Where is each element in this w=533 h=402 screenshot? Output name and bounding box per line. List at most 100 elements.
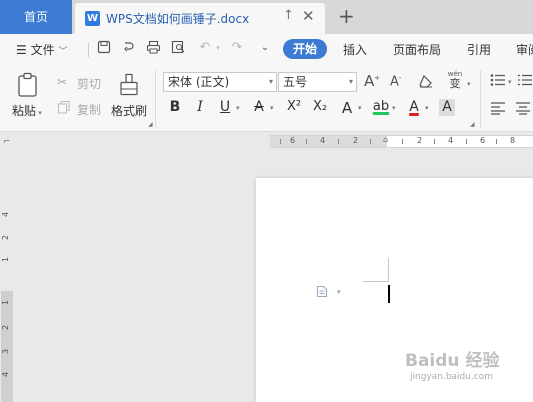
ruler-number: 6 bbox=[480, 136, 486, 145]
pin-icon[interactable]: ↑ bbox=[283, 8, 294, 23]
ruler-number: 4 bbox=[320, 136, 326, 145]
ruler-number: 2 bbox=[353, 136, 359, 145]
font-size-select[interactable]: 五号 ▾ bbox=[278, 72, 357, 92]
margin-corner-mark bbox=[388, 258, 389, 282]
format-painter-button[interactable]: 格式刷 bbox=[111, 102, 147, 119]
close-tab-icon[interactable]: ✕ bbox=[302, 7, 315, 25]
numbered-list-icon[interactable] bbox=[517, 73, 533, 87]
clear-format-icon[interactable] bbox=[418, 73, 434, 89]
horizontal-ruler[interactable]: 6 4 2 2 4 6 8 ⌂ bbox=[270, 135, 533, 148]
text-effect-button[interactable]: A bbox=[338, 99, 356, 117]
underline-button[interactable]: U bbox=[216, 99, 234, 115]
ruler-tick bbox=[496, 139, 497, 144]
font-name-value: 宋体 (正文) bbox=[168, 75, 230, 89]
ruler-tick bbox=[434, 139, 435, 144]
document-title: WPS文档如何画锤子.docx bbox=[106, 12, 250, 26]
ruler-tick bbox=[402, 139, 403, 144]
shrink-font-icon[interactable]: A- bbox=[390, 74, 401, 89]
superscript-button[interactable]: X² bbox=[283, 99, 305, 114]
print-icon[interactable] bbox=[145, 40, 161, 56]
chevron-down-icon[interactable]: ▾ bbox=[337, 288, 341, 296]
font-dialog-launcher-icon[interactable]: ◢ bbox=[470, 121, 475, 128]
watermark-url: jingyan.baidu.com bbox=[410, 372, 494, 382]
paragraph-layout-icon[interactable] bbox=[316, 285, 328, 301]
align-center-icon[interactable] bbox=[515, 101, 531, 115]
paste-label: 粘贴 bbox=[12, 104, 37, 118]
ruler-tick bbox=[306, 139, 307, 144]
tab-bar: 首页 W WPS文档如何画锤子.docx ↑ ✕ + bbox=[0, 0, 533, 34]
tab-start[interactable]: 开始 bbox=[283, 39, 327, 59]
chevron-down-icon[interactable]: ▾ bbox=[392, 104, 396, 112]
ruler-number: 6 bbox=[290, 136, 296, 145]
chevron-down-icon[interactable]: ▾ bbox=[358, 104, 362, 112]
new-tab-button[interactable]: + bbox=[338, 4, 355, 28]
divider bbox=[480, 70, 481, 128]
chevron-down-icon: ▾ bbox=[348, 77, 353, 86]
tab-document[interactable]: W WPS文档如何画锤子.docx ↑ ✕ bbox=[75, 3, 325, 34]
chevron-down-icon[interactable]: ▾ bbox=[467, 80, 471, 88]
format-painter-icon[interactable] bbox=[118, 73, 140, 97]
ruler-number: 8 bbox=[510, 136, 516, 145]
menu-bar: ☰ 文件 ﹀ ↶ ▾ ↷ ⌄ 开始 插入 页面布局 引用 审阅 bbox=[0, 34, 533, 64]
ruler-tick bbox=[466, 139, 467, 144]
ruler-number: 1 bbox=[1, 299, 11, 306]
cut-button[interactable]: 剪切 bbox=[77, 75, 101, 92]
paste-icon[interactable] bbox=[16, 72, 40, 98]
tab-page-layout[interactable]: 页面布局 bbox=[393, 41, 441, 58]
indent-marker-icon[interactable]: ⌂ bbox=[383, 135, 388, 144]
wps-writer-icon: W bbox=[85, 11, 100, 26]
chevron-down-icon[interactable]: ▾ bbox=[425, 104, 429, 112]
margin-corner-mark bbox=[363, 281, 389, 282]
grow-font-icon[interactable]: A+ bbox=[364, 72, 380, 90]
chevron-down-icon[interactable]: ▾ bbox=[508, 78, 512, 86]
paste-button[interactable]: 粘贴 ▾ bbox=[12, 102, 42, 119]
divider bbox=[88, 43, 89, 57]
save-icon[interactable] bbox=[96, 40, 112, 56]
customize-toolbar-icon[interactable]: ⌄ bbox=[257, 40, 273, 56]
chevron-down-icon[interactable]: ▾ bbox=[236, 104, 240, 112]
undo-dropdown-icon[interactable]: ▾ bbox=[210, 40, 226, 56]
watermark-logo: Baidu 经验 bbox=[405, 351, 500, 371]
highlight-button[interactable]: ab bbox=[371, 99, 391, 114]
hamburger-icon: ☰ bbox=[16, 43, 27, 57]
font-color-button[interactable]: A bbox=[405, 99, 423, 115]
divider bbox=[155, 70, 156, 128]
chevron-down-icon[interactable]: ▾ bbox=[270, 104, 274, 112]
ruler-number: 4 bbox=[1, 371, 11, 378]
char-shading-button[interactable]: A bbox=[439, 99, 455, 116]
phonetic-guide-icon[interactable]: wén 变 bbox=[444, 70, 466, 90]
chevron-down-icon: ﹀ bbox=[58, 47, 68, 57]
file-menu-label: 文件 bbox=[30, 43, 55, 57]
strikethrough-button[interactable]: A bbox=[250, 99, 268, 115]
subscript-button[interactable]: X₂ bbox=[309, 99, 331, 114]
export-icon[interactable] bbox=[120, 40, 136, 56]
font-name-select[interactable]: 宋体 (正文) ▾ bbox=[163, 72, 277, 92]
copy-button[interactable]: 复制 bbox=[77, 101, 101, 118]
print-preview-icon[interactable] bbox=[170, 40, 186, 56]
file-menu-button[interactable]: ☰ 文件 ﹀ bbox=[16, 41, 67, 58]
ruler-number: 3 bbox=[1, 348, 11, 355]
ruler-body bbox=[1, 291, 13, 402]
tab-home[interactable]: 首页 bbox=[0, 0, 72, 34]
ruler-number: 4 bbox=[1, 211, 11, 218]
align-left-icon[interactable] bbox=[490, 101, 506, 115]
italic-button[interactable]: I bbox=[191, 99, 209, 115]
redo-icon[interactable]: ↷ bbox=[229, 40, 245, 56]
copy-icon bbox=[57, 100, 71, 114]
tab-review[interactable]: 审阅 bbox=[516, 41, 533, 58]
bullet-list-icon[interactable] bbox=[490, 73, 506, 87]
scissors-icon: ✂ bbox=[57, 75, 68, 89]
chevron-down-icon: ▾ bbox=[36, 109, 42, 117]
tab-stop-selector-icon[interactable]: ⌐ bbox=[3, 137, 11, 147]
chevron-down-icon: ▾ bbox=[268, 77, 273, 86]
text-cursor bbox=[388, 285, 390, 303]
tab-insert[interactable]: 插入 bbox=[343, 41, 367, 58]
tab-references[interactable]: 引用 bbox=[467, 41, 491, 58]
vertical-ruler[interactable]: 4 2 1 1 2 3 4 bbox=[0, 151, 14, 402]
clipboard-dialog-launcher-icon[interactable]: ◢ bbox=[148, 121, 153, 128]
font-size-value: 五号 bbox=[283, 75, 308, 89]
ruler-tick bbox=[280, 139, 281, 144]
ruler-number: 4 bbox=[448, 136, 454, 145]
bold-button[interactable]: B bbox=[166, 99, 184, 115]
ruler-margin bbox=[1, 151, 13, 291]
